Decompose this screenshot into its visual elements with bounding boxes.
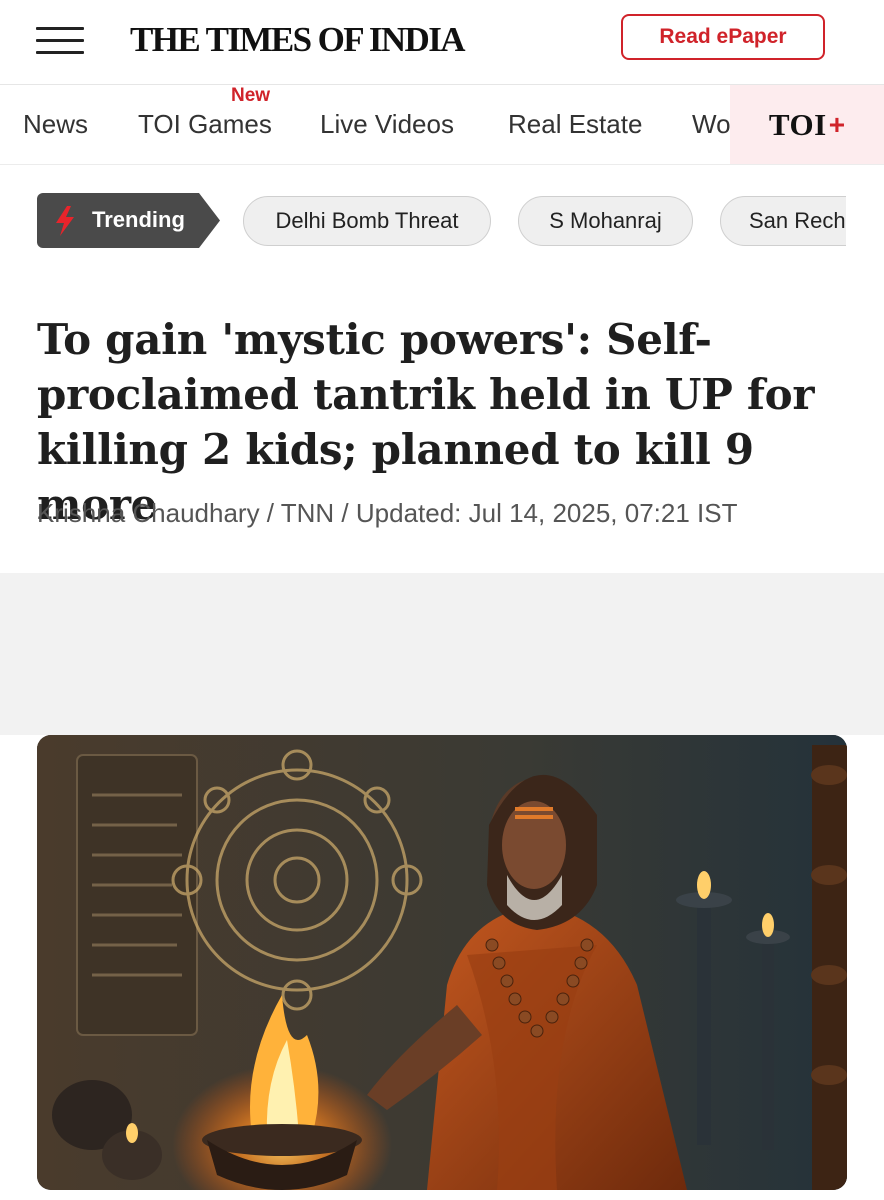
hero-illustration bbox=[37, 735, 847, 1190]
site-logo[interactable]: THE TIMES OF INDIA bbox=[130, 18, 466, 62]
nav-item-world[interactable]: Wo bbox=[692, 109, 731, 140]
article-byline: Krishna Chaudhary / TNN / Updated: Jul 1… bbox=[37, 498, 738, 528]
nav-item-toi-games[interactable]: TOI Games bbox=[138, 109, 272, 140]
ad-placeholder bbox=[0, 573, 884, 735]
lightning-bolt-icon bbox=[54, 206, 76, 241]
nav-item-real-estate[interactable]: Real Estate bbox=[508, 109, 642, 140]
nav-item-live-videos[interactable]: Live Videos bbox=[320, 109, 454, 140]
menu-line bbox=[36, 39, 84, 42]
trending-topic-pill[interactable]: Delhi Bomb Threat bbox=[243, 196, 491, 246]
trending-tag[interactable]: Trending bbox=[37, 193, 220, 248]
trending-topic-pill[interactable]: San Recha bbox=[720, 196, 846, 246]
toi-plus-button[interactable]: TOI + bbox=[730, 85, 884, 164]
top-header: THE TIMES OF INDIA Read ePaper bbox=[0, 0, 884, 85]
menu-line bbox=[36, 27, 84, 30]
trending-bar: Trending Delhi Bomb Threat S Mohanraj Sa… bbox=[0, 193, 846, 249]
section-nav: News New TOI Games Live Videos Real Esta… bbox=[0, 85, 884, 165]
trending-label: Trending bbox=[92, 207, 185, 232]
hamburger-menu-icon[interactable] bbox=[36, 26, 84, 56]
trending-topic-pill[interactable]: S Mohanraj bbox=[518, 196, 693, 246]
new-badge: New bbox=[231, 85, 271, 106]
nav-item-news[interactable]: News bbox=[23, 109, 88, 140]
article-hero-image[interactable] bbox=[37, 735, 847, 1190]
toi-plus-label: TOI bbox=[768, 106, 827, 142]
plus-icon: + bbox=[828, 108, 846, 140]
menu-line bbox=[36, 51, 84, 54]
read-epaper-button[interactable]: Read ePaper bbox=[621, 14, 825, 60]
